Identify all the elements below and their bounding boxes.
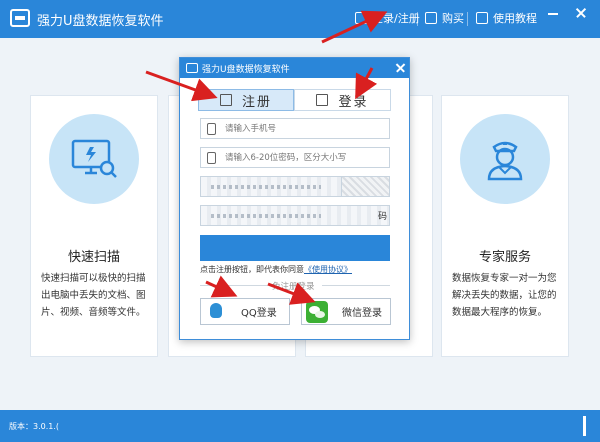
- quick-scan-title: 快速扫描: [67, 250, 120, 265]
- version-text: 版本：3.0.1.(: [9, 422, 60, 431]
- phone-field: [200, 118, 390, 139]
- scan-circle: [49, 114, 139, 204]
- register-dialog: 强力U盘数据恢复软件 注册 登录 码 点击注册按钮，即代表你同意《使用协议》 免…: [179, 57, 410, 340]
- divider-line-left: [200, 285, 268, 286]
- buy-button[interactable]: 购买: [425, 10, 464, 26]
- app-logo-icon: [10, 9, 30, 27]
- cart-icon: [425, 12, 437, 24]
- quick-scan-card[interactable]: 快速扫描 快速扫描可以极快的扫描出电脑中丢失的文档、图片、视频、音频等文件。: [30, 95, 158, 357]
- wechat-login-button[interactable]: 微信登录: [301, 298, 391, 325]
- expert-service-card[interactable]: 专家服务 数据恢复专家一对一为您解决丢失的数据，让您的数据最大程序的恢复。: [441, 95, 569, 357]
- tutorial-label: 使用教程: [493, 12, 537, 25]
- agreement-text: 点击注册按钮，即代表你同意《使用协议》: [200, 264, 352, 275]
- quick-login-divider: 免注册登录: [268, 280, 319, 292]
- captcha-placeholder: [211, 185, 321, 189]
- terms-link[interactable]: 《使用协议》: [304, 265, 352, 274]
- qq-login-label: QQ登录: [241, 308, 277, 319]
- tab-login[interactable]: 登录: [294, 89, 391, 111]
- book-icon: [476, 12, 488, 24]
- captcha-field-2[interactable]: 码: [200, 205, 390, 226]
- expert-person-icon: [487, 141, 523, 181]
- login-icon: [316, 94, 329, 106]
- toolbar-separator: [467, 12, 468, 26]
- tab-register-label: 注册: [241, 94, 272, 110]
- phone-icon: [207, 123, 216, 135]
- dialog-title-bar: 强力U盘数据恢复软件: [180, 58, 409, 78]
- tab-login-label: 登录: [338, 94, 369, 110]
- tutorial-button[interactable]: 使用教程: [476, 10, 537, 26]
- login-register-button[interactable]: 登录/注册: [355, 10, 420, 26]
- sms-code-placeholder: [211, 214, 321, 218]
- password-input[interactable]: [225, 149, 385, 166]
- buy-label: 购买: [442, 12, 464, 25]
- tab-register[interactable]: 注册: [198, 89, 294, 111]
- agreement-prefix: 点击注册按钮，即代表你同意: [200, 265, 304, 274]
- close-icon[interactable]: [572, 4, 590, 22]
- get-code-button[interactable]: 码: [378, 209, 387, 222]
- lock-icon: [207, 152, 216, 164]
- expert-circle: [460, 114, 550, 204]
- register-submit-button[interactable]: [200, 235, 390, 261]
- status-indicator: [583, 416, 586, 436]
- phone-input[interactable]: [225, 120, 385, 137]
- captcha-image[interactable]: [341, 177, 389, 196]
- dialog-close-icon[interactable]: [393, 60, 409, 76]
- captcha-field-1[interactable]: [200, 176, 390, 197]
- qq-login-button[interactable]: QQ登录: [200, 298, 290, 325]
- monitor-scan-icon: [71, 139, 117, 178]
- divider-line-right: [322, 285, 390, 286]
- dialog-logo-icon: [186, 63, 198, 73]
- quick-scan-desc: 快速扫描可以极快的扫描出电脑中丢失的文档、图片、视频、音频等文件。: [41, 273, 146, 318]
- minimize-icon[interactable]: [544, 4, 562, 22]
- wechat-icon: [306, 300, 328, 323]
- qq-icon: [205, 300, 227, 323]
- app-title: 强力U盘数据恢复软件: [37, 14, 164, 29]
- title-bar: 强力U盘数据恢复软件 登录/注册 购买 使用教程: [0, 0, 600, 38]
- dialog-title: 强力U盘数据恢复软件: [202, 65, 290, 75]
- expert-service-desc: 数据恢复专家一对一为您解决丢失的数据，让您的数据最大程序的恢复。: [452, 273, 557, 318]
- password-field: [200, 147, 390, 168]
- user-icon: [355, 12, 367, 24]
- login-register-label: 登录/注册: [372, 12, 420, 25]
- status-bar: 版本：3.0.1.(: [0, 410, 600, 442]
- toolbar-separator: [417, 12, 418, 26]
- wechat-login-label: 微信登录: [342, 308, 382, 319]
- expert-service-title: 专家服务: [478, 250, 531, 265]
- edit-icon: [219, 94, 232, 106]
